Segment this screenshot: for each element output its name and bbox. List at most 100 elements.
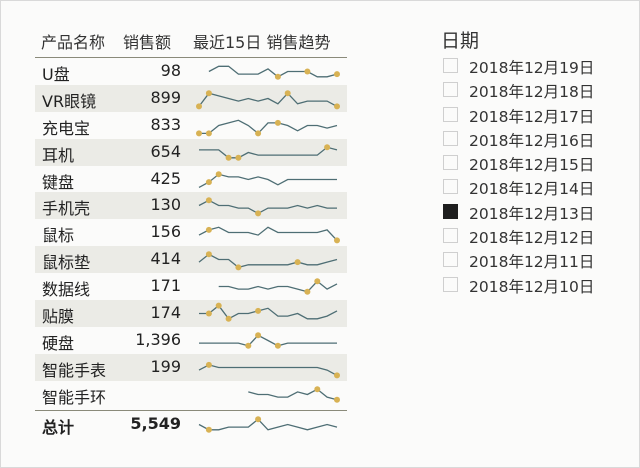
sparkline-marker[interactable] [196, 103, 202, 110]
table-row[interactable]: 键盘 425 [35, 166, 347, 193]
sparkline-marker[interactable] [274, 119, 281, 126]
sparkline-path [198, 364, 338, 376]
sparkline-marker[interactable] [205, 90, 212, 97]
sparkline-marker[interactable] [274, 342, 281, 349]
sparkline-marker[interactable] [215, 170, 222, 177]
sparkline-marker[interactable] [205, 178, 212, 185]
header-product-name[interactable]: 产品名称 [41, 29, 105, 53]
sparkline-marker[interactable] [274, 73, 281, 80]
sparkline-marker[interactable] [205, 361, 212, 368]
checkbox[interactable] [443, 203, 458, 219]
sparkline-path [198, 226, 338, 242]
date-option[interactable]: 2018年12月18日 [441, 78, 621, 102]
sparkline[interactable] [195, 354, 341, 381]
sparkline-marker[interactable] [205, 310, 212, 317]
sparkline[interactable] [195, 246, 341, 273]
sparkline[interactable] [195, 381, 341, 408]
checkbox[interactable] [443, 58, 458, 73]
table-row[interactable]: 数据线 171 [35, 273, 347, 300]
checkbox[interactable] [443, 276, 458, 292]
sparkline-marker[interactable] [255, 307, 262, 314]
sparkline-marker[interactable] [205, 197, 212, 204]
sparkline-marker[interactable] [294, 259, 301, 266]
sparkline[interactable] [195, 300, 341, 327]
sparkline[interactable] [195, 58, 341, 85]
sparkline-marker[interactable] [205, 227, 212, 234]
sparkline-marker[interactable] [334, 396, 340, 403]
sparkline-marker[interactable] [205, 130, 212, 137]
checkbox[interactable] [443, 179, 458, 195]
date-option-label: 2018年12月15日 [469, 156, 595, 175]
checkbox[interactable] [443, 155, 458, 171]
sparkline-marker[interactable] [205, 251, 212, 258]
sparkline-marker[interactable] [334, 103, 340, 110]
sparkline-marker[interactable] [225, 315, 232, 322]
table-row[interactable]: 鼠标 156 [35, 219, 347, 246]
sparkline[interactable] [195, 112, 341, 139]
sparkline[interactable] [195, 219, 341, 246]
table-row[interactable]: U盘 98 [35, 58, 347, 85]
sparkline-path [199, 119, 338, 135]
sparkline-marker[interactable] [215, 302, 222, 309]
sparkline-marker[interactable] [334, 237, 340, 244]
sparkline-marker[interactable] [235, 154, 242, 161]
date-option[interactable]: 2018年12月14日 [441, 175, 621, 199]
sparkline-marker[interactable] [225, 154, 232, 161]
checkbox[interactable] [443, 106, 458, 122]
sparkline[interactable] [195, 411, 341, 438]
table-row[interactable]: 硬盘 1,396 [35, 327, 347, 354]
sparkline[interactable] [195, 166, 341, 193]
date-option[interactable]: 2018年12月10日 [441, 273, 621, 297]
sparkline-marker[interactable] [334, 372, 340, 379]
date-option[interactable]: 2018年12月12日 [441, 224, 621, 248]
checkbox[interactable] [443, 252, 458, 268]
sparkline-marker[interactable] [304, 288, 311, 295]
sparkline-marker[interactable] [324, 143, 331, 150]
table-row[interactable]: VR眼镜 899 [35, 84, 347, 112]
header-sales[interactable]: 销售额 [123, 29, 171, 53]
table-row[interactable]: 智能手表 199 [35, 353, 347, 381]
table-row[interactable]: 耳机 654 [35, 138, 347, 166]
sparkline-path [198, 417, 338, 431]
sparkline-marker[interactable] [255, 210, 262, 217]
date-option[interactable]: 2018年12月13日 [441, 200, 621, 224]
sparkline-marker[interactable] [304, 68, 311, 75]
date-option[interactable]: 2018年12月17日 [441, 103, 621, 127]
sparkline-marker[interactable] [255, 130, 262, 137]
product-name: 手机壳 [42, 199, 91, 219]
sparkline[interactable] [195, 192, 341, 219]
checkbox[interactable] [443, 130, 458, 146]
date-option[interactable]: 2018年12月15日 [441, 151, 621, 175]
total-row[interactable]: 总计 5,549 [35, 409, 347, 439]
table-row[interactable]: 充电宝 833 [35, 112, 347, 139]
sparkline-marker[interactable] [205, 426, 212, 433]
table-row[interactable]: 贴膜 174 [35, 300, 347, 327]
table-row[interactable]: 手机壳 130 [35, 192, 347, 220]
sparkline[interactable] [195, 85, 341, 112]
product-name: 数据线 [42, 280, 91, 300]
sales-value: 156 [150, 222, 181, 242]
sparkline-marker[interactable] [284, 90, 291, 97]
checkbox[interactable] [443, 82, 458, 98]
sparkline[interactable] [195, 327, 341, 354]
sparkline-marker[interactable] [334, 71, 340, 78]
sparkline[interactable] [195, 139, 341, 166]
date-option[interactable]: 2018年12月11日 [441, 248, 621, 272]
sparkline-marker[interactable] [314, 385, 321, 392]
checkbox[interactable] [443, 228, 458, 244]
sparkline-marker[interactable] [314, 278, 321, 285]
sparkline-marker[interactable] [255, 332, 262, 339]
sparkline-marker[interactable] [196, 130, 202, 137]
table-body: U盘 98 VR眼镜 899 充电宝 833 耳机 654 键盘 425 手机壳 130 鼠标 156 鼠标… [35, 58, 347, 439]
date-option[interactable]: 2018年12月19日 [441, 54, 621, 78]
sparkline[interactable] [195, 273, 341, 300]
table-row[interactable]: 鼠标垫 414 [35, 246, 347, 274]
sparkline-marker[interactable] [245, 342, 252, 349]
filter-title: 日期 [441, 30, 480, 52]
sparkline-marker[interactable] [235, 264, 242, 271]
date-option[interactable]: 2018年12月16日 [441, 127, 621, 151]
header-trend[interactable]: 最近15日 销售趋势 [193, 29, 330, 53]
table-row[interactable]: 智能手环 [35, 381, 347, 408]
sales-value: 5,549 [130, 413, 181, 433]
sparkline-marker[interactable] [255, 415, 262, 422]
